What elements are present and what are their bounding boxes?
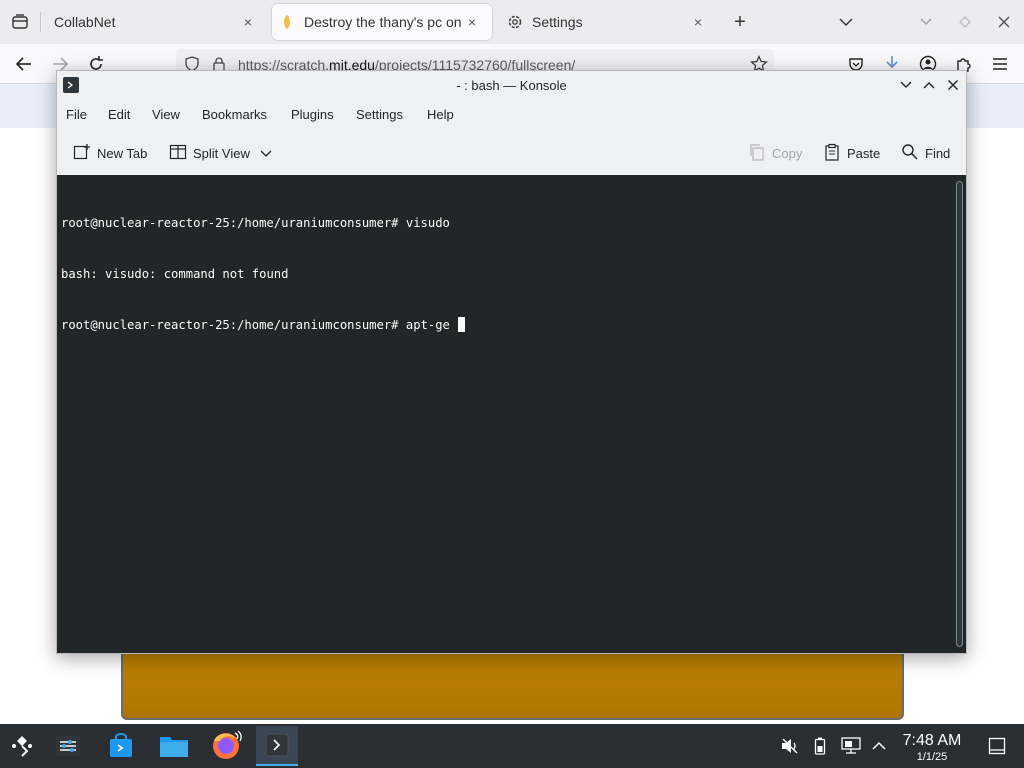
copy-button[interactable]: Copy [748, 142, 802, 164]
konsole-titlebar[interactable]: - : bash — Konsole [57, 71, 966, 99]
menu-help[interactable]: Help [427, 107, 454, 122]
new-tab-button[interactable]: New Tab [73, 142, 147, 164]
new-tab-button[interactable]: + [728, 10, 752, 34]
maximize-icon[interactable] [953, 10, 977, 34]
konsole-taskbar-icon[interactable] [256, 726, 298, 766]
volume-muted-icon[interactable] [780, 736, 800, 756]
clock-date[interactable]: 1/1/25 [896, 751, 968, 763]
tab-title: Destroy the thany's pc on [304, 14, 462, 30]
menu-plugins[interactable]: Plugins [291, 107, 334, 122]
copy-label: Copy [772, 145, 803, 161]
search-icon [901, 143, 919, 164]
chevron-down-icon[interactable] [260, 146, 272, 161]
new-tab-icon [73, 143, 91, 164]
terminal-prompt-line: root@nuclear-reactor-25:/home/uraniumcon… [61, 317, 466, 334]
new-tab-label: New Tab [97, 145, 148, 161]
text-cursor [458, 317, 466, 332]
split-view-button[interactable]: Split View [169, 142, 272, 164]
find-button[interactable]: Find [901, 142, 950, 164]
paste-icon [823, 143, 841, 164]
konsole-toolbar: New Tab Split View Copy Paste Find [57, 133, 966, 173]
terminal-line: root@nuclear-reactor-25:/home/uraniumcon… [61, 318, 458, 332]
tab-collabnet[interactable]: CollabNet × [44, 4, 268, 40]
terminal-line: bash: visudo: command not found [61, 267, 289, 281]
tab-separator [40, 12, 41, 32]
konsole-menubar: File Edit View Bookmarks Plugins Setting… [57, 101, 966, 129]
browser-tab-bar: CollabNet × Destroy the thany's pc on × … [0, 0, 1024, 44]
tab-list-icon[interactable] [8, 10, 32, 34]
firefox-icon[interactable] [205, 726, 247, 766]
app-launcher-icon[interactable] [1, 726, 43, 766]
maximize-icon[interactable] [920, 76, 938, 94]
find-label: Find [925, 145, 951, 161]
terminal-scrollbar[interactable] [956, 181, 963, 647]
settings-icon[interactable] [47, 726, 89, 766]
copy-icon [748, 143, 766, 164]
gear-icon [506, 13, 524, 31]
menu-edit[interactable]: Edit [108, 107, 130, 122]
paste-label: Paste [847, 145, 881, 161]
terminal-lines: root@nuclear-reactor-25:/home/uraniumcon… [61, 181, 466, 368]
split-view-icon [169, 143, 187, 164]
menu-bookmarks[interactable]: Bookmarks [202, 107, 267, 122]
terminal-output[interactable]: root@nuclear-reactor-25:/home/uraniumcon… [57, 175, 966, 653]
minimize-icon[interactable] [914, 10, 938, 34]
network-icon[interactable] [841, 736, 861, 756]
tab-close-icon[interactable]: × [688, 12, 708, 32]
tab-title: CollabNet [54, 14, 116, 30]
tray-expand-icon[interactable] [869, 736, 889, 756]
dolphin-icon[interactable] [153, 726, 195, 766]
close-icon[interactable] [992, 10, 1016, 34]
paste-button[interactable]: Paste [823, 142, 880, 164]
clock-time[interactable]: 7:48 AM [896, 732, 968, 750]
tab-close-icon[interactable]: × [238, 12, 258, 32]
taskbar: 7:48 AM 1/1/25 [0, 724, 1024, 768]
tab-title: Settings [532, 14, 583, 30]
tab-close-icon[interactable]: × [462, 12, 482, 32]
show-desktop-icon[interactable] [987, 736, 1007, 756]
chevron-down-icon[interactable] [834, 10, 858, 34]
window-title: - : bash — Konsole [456, 78, 567, 93]
back-arrow-icon[interactable] [12, 52, 36, 76]
terminal-line: root@nuclear-reactor-25:/home/uraniumcon… [61, 216, 450, 230]
discover-icon[interactable] [100, 726, 142, 766]
minimize-icon[interactable] [897, 76, 915, 94]
close-icon[interactable] [944, 76, 962, 94]
menu-file[interactable]: File [66, 107, 87, 122]
menu-view[interactable]: View [152, 107, 180, 122]
menu-icon[interactable] [988, 52, 1012, 76]
split-view-label: Split View [193, 145, 250, 161]
konsole-window: - : bash — Konsole File Edit View Bookma… [56, 70, 967, 654]
battery-icon[interactable] [810, 736, 830, 756]
tab-settings[interactable]: Settings × [496, 4, 718, 40]
menu-settings[interactable]: Settings [356, 107, 403, 122]
tab-scratch-project[interactable]: Destroy the thany's pc on × [272, 4, 492, 40]
tab-icon [282, 14, 296, 30]
